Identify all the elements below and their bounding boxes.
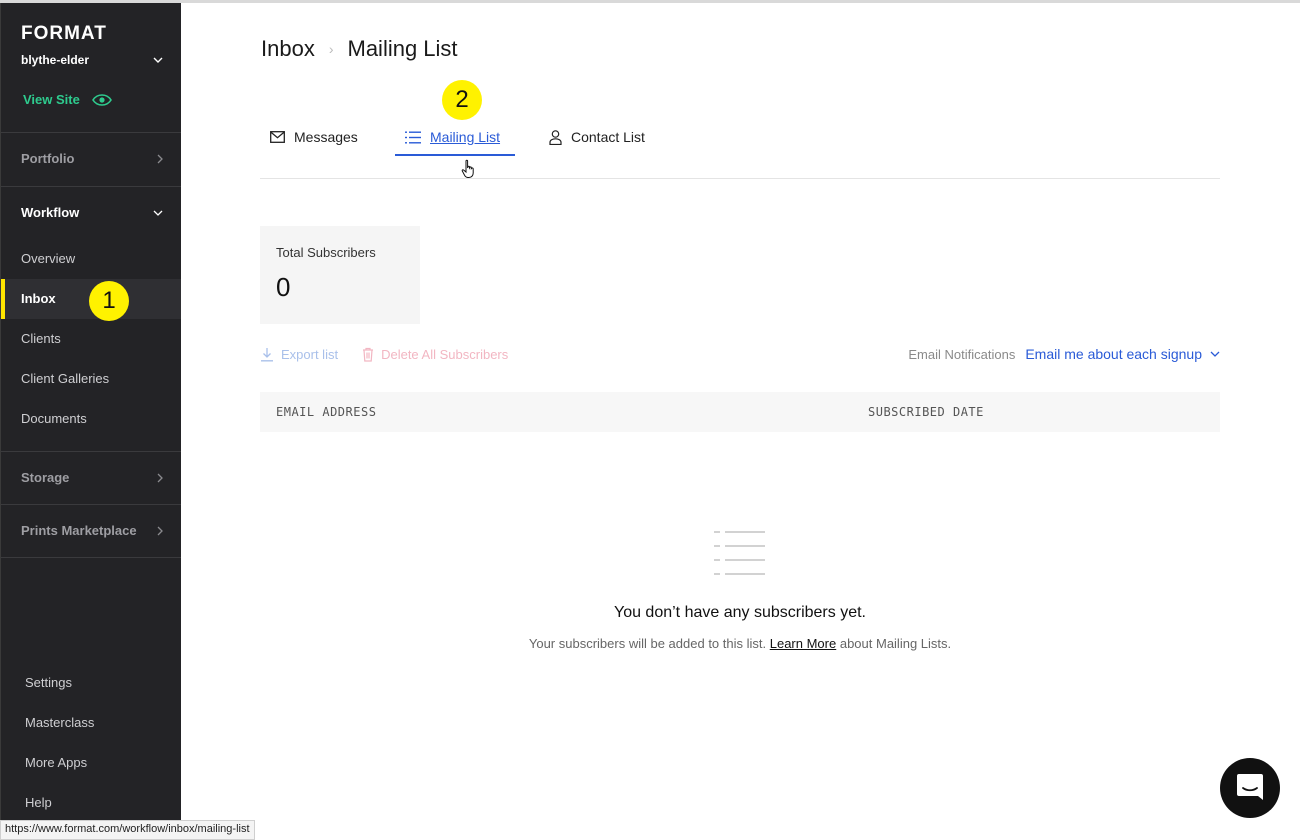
window-top-border [0, 0, 1300, 3]
breadcrumb-separator-icon: › [328, 41, 334, 57]
email-notifications: Email Notifications Email me about each … [908, 346, 1220, 362]
sidebar-item-client-galleries[interactable]: Client Galleries [21, 371, 109, 386]
download-icon [261, 348, 273, 362]
sidebar-section-portfolio[interactable]: Portfolio [21, 151, 163, 166]
storage-label: Storage [21, 470, 70, 485]
tab-mailing-list-label: Mailing List [430, 129, 501, 145]
sidebar-divider [1, 451, 181, 452]
empty-state-subtitle: Your subscribers will be added to this l… [0, 636, 1300, 651]
subscribers-table-header: EMAIL ADDRESS SUBSCRIBED DATE [260, 392, 1220, 432]
chevron-right-icon [157, 473, 163, 482]
chevron-down-icon [153, 210, 163, 216]
empty-state-text-after: about Mailing Lists. [839, 636, 952, 651]
tab-contact-list[interactable]: Contact List [549, 118, 645, 156]
export-list-button[interactable]: Export list [260, 347, 338, 362]
empty-state-title: You don’t have any subscribers yet. [613, 604, 866, 621]
eye-icon [91, 93, 112, 106]
delete-all-subscribers-button[interactable]: Delete All Subscribers [362, 347, 508, 362]
portfolio-label: Portfolio [21, 151, 75, 166]
view-site-label: View Site [23, 92, 80, 107]
chat-support-button[interactable] [1220, 758, 1280, 818]
column-subscribed-date[interactable]: SUBSCRIBED DATE [868, 405, 984, 419]
sidebar-item-settings[interactable]: Settings [25, 675, 72, 690]
envelope-icon [270, 131, 285, 143]
sidebar-item-documents[interactable]: Documents [21, 411, 87, 426]
total-subscribers-card: Total Subscribers 0 [260, 226, 420, 324]
chevron-down-icon [1210, 351, 1220, 357]
list-actions: Export list Delete All Subscribers [260, 347, 508, 362]
sidebar-item-inbox[interactable]: Inbox [21, 291, 56, 306]
sidebar-section-storage[interactable]: Storage [21, 470, 163, 485]
sidebar: FORMAT blythe-elder View Site Portfolio … [0, 3, 181, 838]
status-bar-url: https://www.format.com/workflow/inbox/ma… [0, 820, 255, 840]
email-notifications-select[interactable]: Email me about each signup [1025, 346, 1220, 362]
sidebar-item-overview[interactable]: Overview [21, 251, 75, 266]
export-list-label: Export list [281, 347, 339, 362]
sidebar-item-clients[interactable]: Clients [21, 331, 61, 346]
account-switcher[interactable]: blythe-elder [21, 53, 163, 67]
view-site-link[interactable]: View Site [23, 92, 112, 107]
sidebar-divider [1, 132, 181, 133]
delete-all-subscribers-label: Delete All Subscribers [381, 347, 509, 362]
step-badge-2: 2 [442, 80, 482, 120]
active-tab-indicator [395, 154, 515, 156]
tab-contact-list-label: Contact List [571, 129, 645, 145]
sidebar-item-masterclass[interactable]: Masterclass [25, 715, 94, 730]
hand-cursor-icon [461, 159, 474, 178]
breadcrumb-inbox[interactable]: Inbox [261, 36, 315, 62]
sidebar-item-more-apps[interactable]: More Apps [25, 755, 87, 770]
account-name: blythe-elder [21, 53, 90, 67]
person-icon [549, 129, 562, 145]
email-notifications-label: Email Notifications [908, 346, 1016, 362]
sidebar-divider [1, 557, 181, 558]
sidebar-divider [1, 186, 181, 187]
total-subscribers-value: 0 [276, 272, 291, 302]
page-title: Mailing List [347, 36, 458, 61]
tab-messages[interactable]: Messages [270, 118, 358, 156]
empty-list-icon [714, 531, 765, 575]
total-subscribers-label: Total Subscribers [276, 245, 376, 260]
sidebar-active-indicator [1, 279, 5, 319]
sidebar-section-workflow[interactable]: Workflow [21, 205, 163, 220]
chevron-down-icon [153, 57, 163, 63]
sidebar-section-prints-marketplace[interactable]: Prints Marketplace [21, 523, 163, 538]
breadcrumb: Inbox › Mailing List [261, 36, 458, 62]
sidebar-divider [1, 504, 181, 505]
list-icon [405, 131, 421, 143]
tab-mailing-list[interactable]: Mailing List [405, 118, 500, 156]
format-logo[interactable]: FORMAT [21, 23, 107, 45]
chevron-right-icon [157, 154, 163, 163]
tab-messages-label: Messages [294, 129, 358, 145]
learn-more-link[interactable]: Learn More [770, 636, 836, 651]
trash-icon [363, 347, 374, 362]
inbox-tabs: Messages Mailing List Contact List [260, 118, 1220, 179]
prints-marketplace-label: Prints Marketplace [21, 523, 137, 538]
sidebar-item-help[interactable]: Help [25, 795, 52, 810]
chat-icon [1237, 774, 1263, 800]
workflow-label: Workflow [21, 205, 80, 220]
email-notifications-value: Email me about each signup [1025, 346, 1202, 362]
chevron-right-icon [157, 526, 163, 535]
step-badge-1: 1 [89, 281, 129, 321]
column-email-address[interactable]: EMAIL ADDRESS [276, 405, 376, 419]
empty-state-text-before: Your subscribers will be added to this l… [528, 636, 767, 651]
